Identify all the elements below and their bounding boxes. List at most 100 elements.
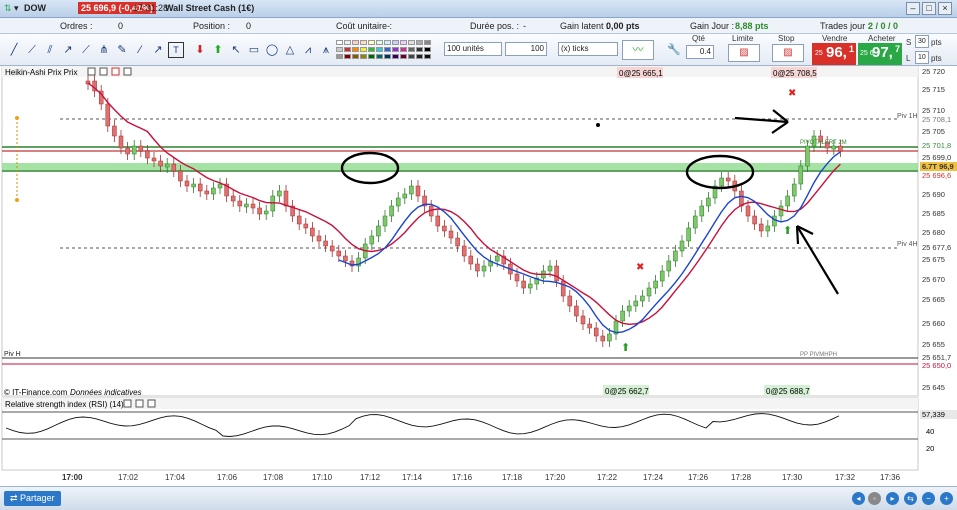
l-label: L bbox=[906, 54, 911, 63]
brush-icon[interactable]: ✎ bbox=[114, 42, 130, 58]
sell-marker-icon-2: ✖ bbox=[788, 88, 796, 99]
candle bbox=[653, 280, 658, 289]
acheter-big: 97, bbox=[872, 44, 893, 61]
trades-value: 2 / 0 / 0 bbox=[868, 21, 899, 31]
price-label-25660: 25 660 bbox=[922, 319, 945, 328]
ticks-select[interactable]: (x) ticks bbox=[558, 42, 618, 56]
price-label-25677: 25 677,6 bbox=[922, 243, 951, 252]
ray-icon[interactable]: ↗ bbox=[60, 42, 76, 58]
candle bbox=[296, 215, 302, 225]
color-palette[interactable] bbox=[336, 40, 440, 60]
vendre-label: Vendre bbox=[822, 34, 848, 43]
candle bbox=[633, 300, 639, 307]
order-box-2: 0@25 708,5 bbox=[773, 69, 817, 78]
acheter-button[interactable]: 25 6 97, 7 bbox=[858, 43, 902, 65]
channel-icon[interactable]: ⫽ bbox=[42, 42, 58, 58]
fan-icon[interactable]: ⋔ bbox=[96, 42, 112, 58]
rsi-maximize-icon[interactable] bbox=[135, 399, 144, 408]
text-tool-icon[interactable]: T bbox=[168, 42, 184, 58]
fibo-icon[interactable]: ⁄ bbox=[132, 42, 148, 58]
candle bbox=[376, 225, 381, 237]
rect-icon[interactable]: ▭ bbox=[246, 42, 262, 58]
rsi-close-icon[interactable] bbox=[147, 399, 156, 408]
chart-add-icon[interactable] bbox=[111, 67, 120, 76]
candle bbox=[158, 160, 163, 167]
candle bbox=[204, 190, 210, 195]
candle bbox=[772, 215, 777, 227]
scroll-right-icon[interactable]: ▸ bbox=[886, 492, 899, 505]
candle bbox=[725, 177, 731, 182]
candle bbox=[409, 185, 414, 195]
candle bbox=[277, 190, 282, 197]
up-arrow-icon[interactable]: ⬆ bbox=[210, 42, 226, 58]
candle bbox=[303, 223, 309, 229]
trendline-icon[interactable]: ╱ bbox=[6, 42, 22, 58]
candle bbox=[646, 287, 652, 297]
chart-close-icon[interactable] bbox=[123, 67, 132, 76]
minimize-button[interactable]: – bbox=[906, 2, 920, 15]
clock-time: 17:31:28 bbox=[133, 3, 169, 13]
down-arrow-icon[interactable]: ⬇ bbox=[192, 42, 208, 58]
candle bbox=[580, 315, 586, 325]
candle bbox=[336, 250, 342, 257]
fit-icon[interactable]: ⇆ bbox=[904, 492, 917, 505]
zoom-icon[interactable]: ◦ bbox=[868, 492, 881, 505]
units-select[interactable]: 100 unités bbox=[444, 42, 502, 56]
shape-icon[interactable]: ↖ bbox=[228, 42, 244, 58]
candle bbox=[831, 145, 837, 150]
symbol-label: DOW bbox=[24, 3, 46, 13]
position-value: 0 bbox=[246, 21, 252, 31]
parallel-icon[interactable]: ⟋ bbox=[78, 42, 94, 58]
menu-arrow-icon[interactable]: ▾ bbox=[14, 3, 19, 14]
position-label: Position : bbox=[193, 21, 231, 31]
triangle-icon[interactable]: △ bbox=[282, 42, 298, 58]
vendre-button[interactable]: 25 96, 1 bbox=[812, 43, 856, 65]
candle bbox=[171, 163, 177, 172]
candle bbox=[112, 125, 117, 137]
scroll-left-icon[interactable]: ◂ bbox=[852, 492, 865, 505]
pattern-icon[interactable]: ⩚ bbox=[318, 42, 334, 58]
candle bbox=[250, 203, 256, 209]
ellipse-icon[interactable]: ◯ bbox=[264, 42, 280, 58]
line-tool-icon[interactable]: ⟋ bbox=[24, 42, 40, 58]
rsi-minimize-icon[interactable] bbox=[123, 399, 132, 408]
price-label-25690: 25 690 bbox=[922, 190, 945, 199]
ticks-qty-input[interactable]: 100 bbox=[505, 42, 547, 56]
chart-area[interactable]: Heikin-Ashi Prix Prix ✖ ✖ ⬆ ⬆ 0@25 665,1… bbox=[0, 65, 957, 486]
qte-input[interactable]: 0.4 bbox=[686, 45, 714, 59]
close-button[interactable]: × bbox=[938, 2, 952, 15]
piv-h-label: Piv H bbox=[4, 351, 21, 358]
limite-order-icon[interactable]: ▨ bbox=[728, 44, 760, 62]
stop-order-icon[interactable]: ▨ bbox=[772, 44, 804, 62]
drawing-toolbar: ╱ ⟋ ⫽ ↗ ⟋ ⋔ ✎ ⁄ ↗ T ⬇ ⬆ ↖ ▭ ◯ △ ⩘ ⩚ 100 … bbox=[0, 34, 957, 66]
candle bbox=[699, 205, 705, 217]
chart-type-button[interactable]: 〰 bbox=[622, 40, 654, 60]
candle bbox=[475, 263, 480, 272]
buy-marker-icon: ⬆ bbox=[621, 342, 630, 354]
acheter-label: Acheter bbox=[868, 34, 896, 43]
time-label: 17:02 bbox=[118, 473, 139, 482]
share-button[interactable]: ⇄ Partager bbox=[4, 491, 61, 506]
s-input[interactable]: 30 bbox=[915, 35, 929, 48]
candle bbox=[448, 230, 454, 239]
candle bbox=[151, 157, 157, 162]
vendre-big: 96, bbox=[826, 44, 847, 61]
rsi-value: 57,339 bbox=[922, 410, 945, 419]
chart-maximize-icon[interactable] bbox=[99, 67, 108, 76]
arrow-line-icon[interactable]: ↗ bbox=[150, 42, 166, 58]
chart-minimize-icon[interactable] bbox=[87, 67, 96, 76]
price-label-25720: 25 720 bbox=[922, 67, 945, 76]
maximize-button[interactable]: □ bbox=[922, 2, 936, 15]
zoom-out-icon[interactable]: − bbox=[922, 492, 935, 505]
candle bbox=[567, 295, 573, 307]
price-label-25696: 25 696,6 bbox=[922, 171, 951, 180]
time-label: 17:20 bbox=[545, 473, 566, 482]
wrench-icon[interactable]: 🔧 bbox=[666, 42, 682, 58]
candle bbox=[758, 223, 764, 232]
candle bbox=[415, 185, 421, 197]
zigzag-icon[interactable]: ⩘ bbox=[300, 42, 316, 58]
candle bbox=[791, 183, 797, 197]
l-input[interactable]: 10 bbox=[915, 51, 929, 64]
zoom-in-icon[interactable]: + bbox=[940, 492, 953, 505]
price-chart-svg[interactable]: Heikin-Ashi Prix Prix ✖ ✖ ⬆ ⬆ 0@25 665,1… bbox=[0, 65, 957, 486]
